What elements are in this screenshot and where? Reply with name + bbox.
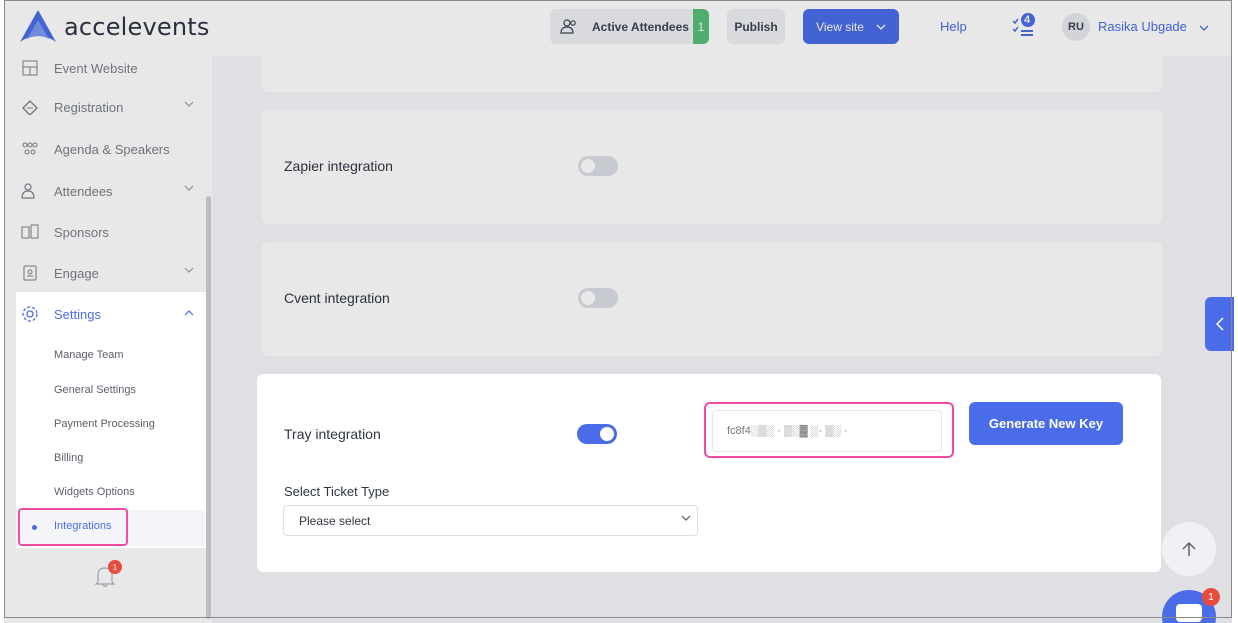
- top-header: accelevents Active Attendees 1 Publish V…: [4, 0, 1232, 56]
- badge-icon: [20, 263, 40, 283]
- cvent-integration-label: Cvent integration: [284, 290, 390, 306]
- tray-integration-label: Tray integration: [284, 426, 381, 442]
- previous-integration-card: [262, 50, 1162, 92]
- sidebar-item-agenda-speakers[interactable]: Agenda & Speakers: [20, 137, 170, 161]
- submenu-general-settings[interactable]: General Settings: [54, 384, 136, 396]
- submenu-widgets-options[interactable]: Widgets Options: [54, 486, 135, 498]
- publish-button[interactable]: Publish: [727, 9, 785, 44]
- collapse-panel-tab[interactable]: [1205, 297, 1234, 351]
- tray-integration-toggle[interactable]: [577, 424, 617, 444]
- sidebar-item-label: Registration: [54, 99, 124, 115]
- sidebar-item-label: Engage: [54, 265, 99, 281]
- chevron-down-icon: [876, 24, 886, 30]
- chevron-down-icon: [184, 267, 194, 273]
- submenu-payment-processing[interactable]: Payment Processing: [54, 418, 155, 430]
- user-name: Rasika Ubgade: [1098, 19, 1187, 34]
- tasks-count: 4: [1024, 14, 1031, 26]
- sidebar-item-label: Sponsors: [54, 224, 109, 240]
- cvent-integration-toggle[interactable]: [578, 288, 618, 308]
- sidebar-item-settings[interactable]: Settings: [20, 302, 194, 326]
- notifications-button[interactable]: 1: [94, 560, 122, 593]
- active-attendees-count: 1: [693, 9, 709, 44]
- ticket-icon: [20, 97, 40, 117]
- scroll-to-top-button[interactable]: [1162, 522, 1216, 576]
- view-site-button[interactable]: View site: [803, 9, 899, 44]
- notification-badge: 1: [108, 560, 122, 574]
- people-icon: [20, 139, 40, 159]
- sidebar-item-attendees[interactable]: Attendees: [20, 179, 194, 203]
- help-link[interactable]: Help: [940, 19, 967, 34]
- active-attendees-label: Active Attendees: [592, 19, 689, 34]
- users-icon: [20, 181, 40, 201]
- zapier-integration-label: Zapier integration: [284, 158, 393, 174]
- submenu-manage-team[interactable]: Manage Team: [54, 349, 124, 361]
- brand-name: accelevents: [64, 13, 210, 41]
- api-key-highlight: [704, 402, 954, 458]
- gear-icon: [20, 304, 40, 324]
- zapier-integration-toggle[interactable]: [578, 156, 618, 176]
- sidebar-item-event-website[interactable]: Event Website: [20, 56, 138, 80]
- sponsor-icon: [20, 222, 40, 242]
- chevron-up-icon: [184, 310, 194, 316]
- sidebar-item-label: Attendees: [54, 183, 113, 199]
- brand-logo[interactable]: accelevents: [18, 8, 210, 46]
- sidebar-item-engage[interactable]: Engage: [20, 261, 194, 285]
- sidebar-item-registration[interactable]: Registration: [20, 95, 194, 119]
- submenu-billing[interactable]: Billing: [54, 452, 83, 464]
- sidebar-item-sponsors[interactable]: Sponsors: [20, 220, 109, 244]
- sidebar-scrollbar[interactable]: [206, 196, 211, 619]
- accelevents-logo-icon: [20, 10, 56, 42]
- sidebar-item-label: Settings: [54, 306, 101, 322]
- select-ticket-type-label: Select Ticket Type: [284, 484, 390, 499]
- active-attendees-button[interactable]: Active Attendees 1: [550, 9, 709, 44]
- view-site-label: View site: [816, 19, 864, 34]
- user-menu[interactable]: Rasika Ubgade: [1098, 19, 1209, 34]
- chevron-left-icon: [1215, 317, 1224, 331]
- chevron-down-icon: [184, 185, 194, 191]
- ticket-type-value: Please select: [299, 514, 371, 528]
- cvent-integration-card: Cvent integration: [262, 242, 1162, 356]
- chat-badge: 1: [1202, 588, 1220, 606]
- chevron-down-icon: [1199, 25, 1208, 31]
- sidebar-item-label: Agenda & Speakers: [54, 141, 170, 157]
- users-icon: [560, 18, 576, 34]
- layout-icon: [20, 58, 40, 78]
- generate-new-key-button[interactable]: Generate New Key: [969, 402, 1123, 445]
- arrow-up-icon: [1182, 541, 1196, 556]
- zapier-integration-card: Zapier integration: [262, 110, 1162, 224]
- ticket-type-select[interactable]: Please select: [283, 505, 698, 536]
- user-avatar[interactable]: RU: [1062, 13, 1090, 41]
- chevron-down-icon: [184, 101, 194, 107]
- chevron-down-icon: [681, 515, 691, 521]
- sidebar-item-label: Event Website: [54, 60, 138, 76]
- tasks-button[interactable]: 4: [1010, 11, 1038, 39]
- integrations-highlight: [18, 508, 128, 546]
